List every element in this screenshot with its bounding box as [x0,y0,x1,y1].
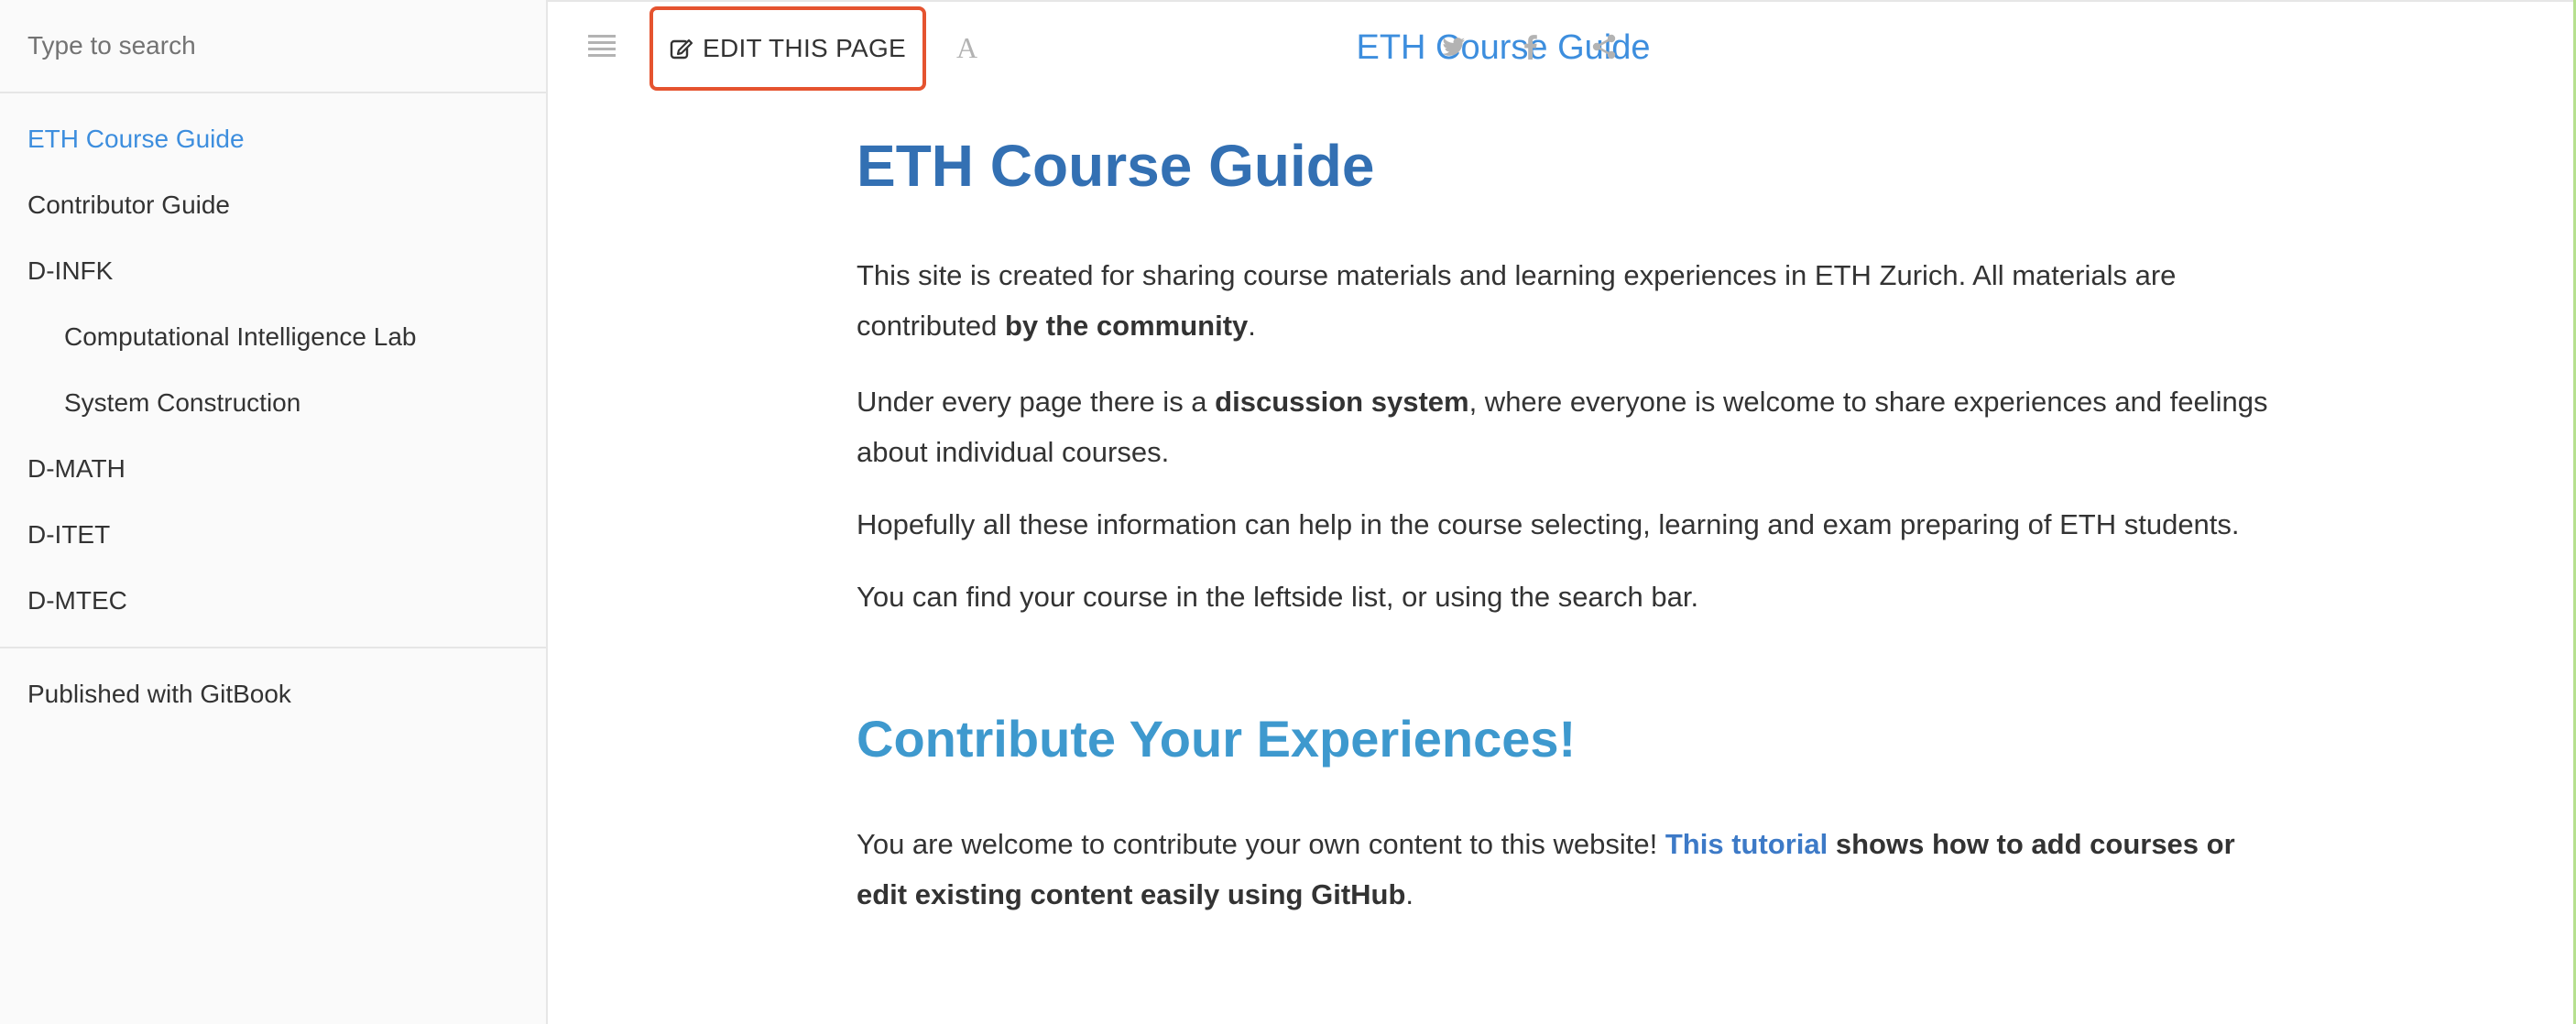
search-box [0,0,546,93]
facebook-icon[interactable] [1517,33,1545,60]
contribute-text-end: . [1405,878,1414,911]
page-title: ETH Course Guide [857,133,1375,199]
font-settings-icon[interactable]: A [956,31,977,65]
published-with-gitbook-link[interactable]: Published with GitBook [0,661,546,727]
sidebar-item-d-itet[interactable]: D-ITET [0,502,546,568]
intro-paragraph: This site is created for sharing course … [857,250,2286,351]
hope-paragraph: Hopefully all these information can help… [857,508,2240,541]
discussion-text: Under every page there is a [857,386,1216,419]
intro-text-end: . [1248,310,1256,343]
tutorial-link[interactable]: This tutorial [1665,828,1828,860]
sidebar-item-system-construction[interactable]: System Construction [0,370,546,436]
discussion-paragraph: Under every page there is a discussion s… [857,376,2286,477]
contribute-text: You are welcome to contribute your own c… [857,828,1665,861]
sidebar-nav: ETH Course Guide Contributor Guide D-INF… [0,93,546,634]
share-icon[interactable] [1590,33,1618,60]
sidebar-item-contributor-guide[interactable]: Contributor Guide [0,172,546,238]
sidebar-item-computational-intelligence-lab[interactable]: Computational Intelligence Lab [0,304,546,370]
sidebar-divider [0,647,546,648]
sidebar-item-d-math[interactable]: D-MATH [0,436,546,502]
twitter-icon[interactable] [1440,33,1468,60]
header-bar: ETH Course Guide EDIT THIS PAGE A [548,0,2576,93]
edit-this-page-button[interactable]: EDIT THIS PAGE [649,6,926,91]
find-course-paragraph: You can find your course in the leftside… [857,581,1699,614]
contribute-paragraph: You are welcome to contribute your own c… [857,819,2286,920]
sidebar-item-d-infk[interactable]: D-INFK [0,238,546,304]
sidebar-item-d-mtec[interactable]: D-MTEC [0,568,546,634]
intro-bold-text: by the community [1005,310,1249,343]
menu-icon[interactable] [588,35,616,59]
search-input[interactable] [26,30,524,61]
sidebar: ETH Course Guide Contributor Guide D-INF… [0,0,548,1024]
discussion-bold-text: discussion system [1215,386,1469,419]
page-content: ETH Course Guide This site is created fo… [857,128,2286,920]
edit-icon [670,38,693,60]
section-title-contribute: Contribute Your Experiences! [857,710,1577,768]
sidebar-item-eth-course-guide[interactable]: ETH Course Guide [0,106,546,172]
edit-button-label: EDIT THIS PAGE [702,34,907,62]
